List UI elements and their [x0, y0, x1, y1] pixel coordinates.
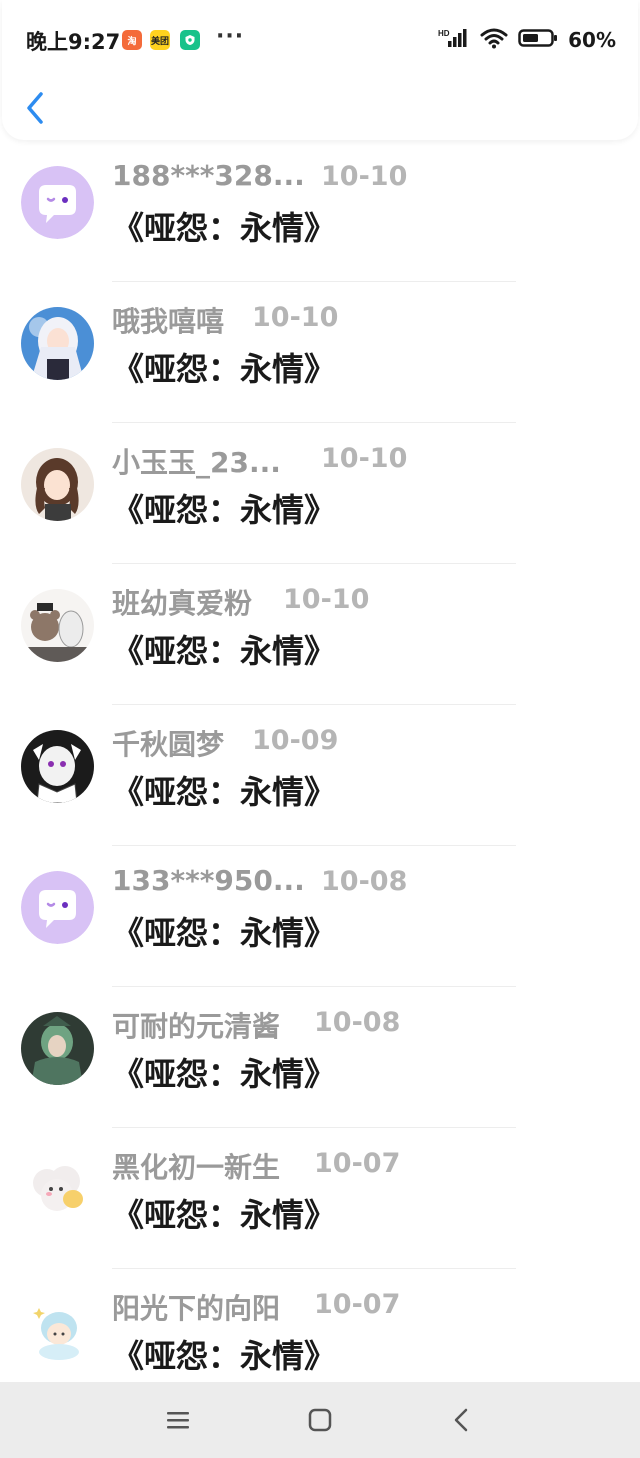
list-item[interactable]: 黑化初一新生 10-07 《哑怨：永情》: [0, 1128, 640, 1269]
list-item[interactable]: 哦我嘻嘻 10-10 《哑怨：永情》: [0, 282, 640, 423]
comment-text: 《哑怨：永情》: [112, 1196, 337, 1234]
username[interactable]: 班幼真爱粉: [112, 582, 252, 622]
list-item[interactable]: 133***950... 10-08 《哑怨：永情》: [0, 846, 640, 987]
system-back-button[interactable]: [446, 1404, 478, 1436]
home-icon: [304, 1408, 336, 1440]
meituan-icon: 美团: [150, 30, 170, 50]
menu-icon: [162, 1412, 194, 1440]
status-time: 晚上9:27: [26, 30, 121, 54]
battery-icon: [518, 28, 558, 52]
list-item[interactable]: 188***328... 10-10 《哑怨：永情》: [0, 141, 640, 282]
username[interactable]: 哦我嘻嘻: [112, 300, 224, 340]
comment-text: 《哑怨：永情》: [112, 209, 337, 247]
username[interactable]: 阳光下的向阳: [112, 1287, 280, 1327]
comment-text: 《哑怨：永情》: [112, 632, 337, 670]
menu-button[interactable]: [162, 1404, 194, 1436]
more-notifications-icon: ···: [216, 24, 245, 49]
comment-text: 《哑怨：永情》: [112, 491, 337, 529]
chevron-left-icon: [20, 92, 52, 132]
wifi-icon: [480, 27, 508, 53]
comment-date: 10-08: [314, 1007, 401, 1038]
status-bar: 晚上9:27 淘 美团 ··· HD 60%: [0, 0, 640, 80]
cute-cloud-avatar[interactable]: [21, 1153, 94, 1226]
comment-text: 《哑怨：永情》: [112, 914, 337, 952]
back-icon: [446, 1408, 478, 1440]
list-item[interactable]: 可耐的元清酱 10-08 《哑怨：永情》: [0, 987, 640, 1128]
chibi-character-avatar[interactable]: [21, 1294, 94, 1367]
username[interactable]: 千秋圆梦: [112, 723, 224, 763]
comment-date: 10-10: [321, 161, 408, 192]
username[interactable]: 可耐的元清酱: [112, 1005, 280, 1045]
comment-date: 10-10: [283, 584, 370, 615]
comment-text: 《哑怨：永情》: [112, 773, 337, 811]
default-chat-avatar[interactable]: [21, 166, 94, 239]
comment-date: 10-10: [252, 302, 339, 333]
username[interactable]: 小玉玉_23...: [112, 441, 281, 481]
comment-date: 10-09: [252, 725, 339, 756]
list-item[interactable]: 小玉玉_23... 10-10 《哑怨：永情》: [0, 423, 640, 564]
default-chat-avatar[interactable]: [21, 871, 94, 944]
comment-date: 10-07: [314, 1148, 401, 1179]
taobao-icon: 淘: [122, 30, 142, 50]
comment-date: 10-10: [321, 443, 408, 474]
list-item[interactable]: 千秋圆梦 10-09 《哑怨：永情》: [0, 705, 640, 846]
comment-text: 《哑怨：永情》: [112, 1337, 337, 1375]
comment-text: 《哑怨：永情》: [112, 350, 337, 388]
anime-girl-white-hair-avatar[interactable]: [21, 307, 94, 380]
battery-percentage: 60%: [568, 28, 616, 52]
comment-date: 10-08: [321, 866, 408, 897]
comment-list: 188***328... 10-10 《哑怨：永情》 哦我嘻嘻 10-10 《哑…: [0, 141, 640, 1410]
navigation-bar: [0, 1382, 640, 1458]
username[interactable]: 188***328...: [112, 159, 305, 192]
username[interactable]: 133***950...: [112, 864, 305, 897]
back-button[interactable]: [20, 88, 52, 128]
list-item[interactable]: 班幼真爱粉 10-10 《哑怨：永情》: [0, 564, 640, 705]
comment-date: 10-07: [314, 1289, 401, 1320]
comment-text: 《哑怨：永情》: [112, 1055, 337, 1093]
home-button[interactable]: [304, 1404, 336, 1436]
username[interactable]: 黑化初一新生: [112, 1146, 280, 1186]
manga-girl-avatar[interactable]: [21, 730, 94, 803]
bear-cartoon-avatar[interactable]: [21, 589, 94, 662]
signal-icon: HD: [438, 27, 470, 53]
anime-girl-brown-hair-avatar[interactable]: [21, 448, 94, 521]
shield-app-icon: [180, 30, 200, 50]
green-character-avatar[interactable]: [21, 1012, 94, 1085]
svg-text:HD: HD: [438, 29, 450, 38]
